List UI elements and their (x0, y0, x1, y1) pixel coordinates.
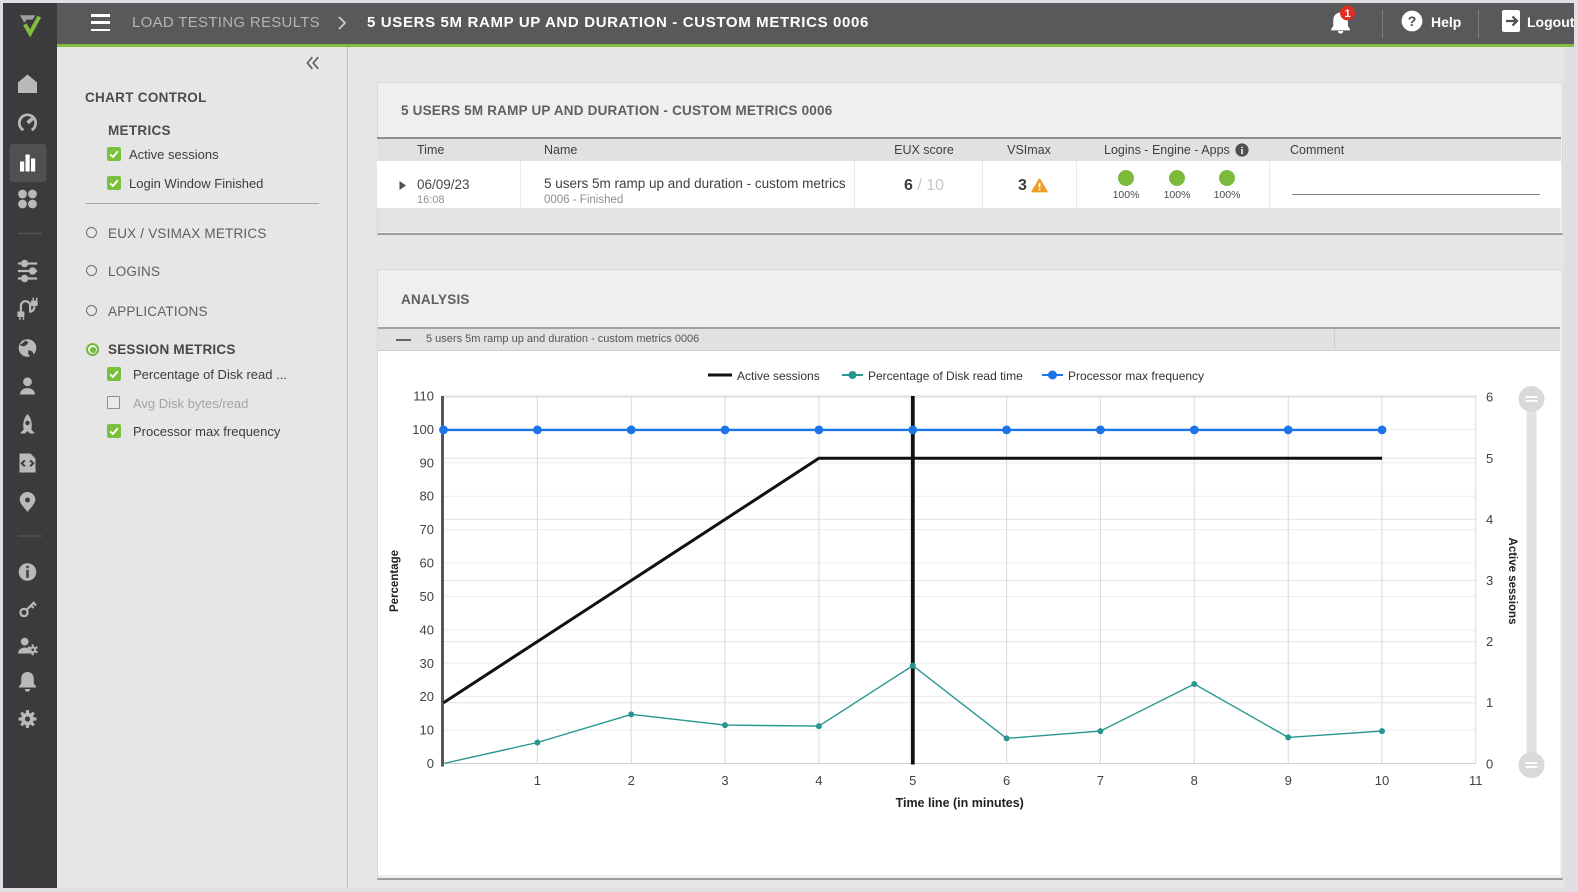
svg-text:8: 8 (1191, 773, 1198, 788)
svg-text:9: 9 (1285, 773, 1292, 788)
svg-text:Time line (in minutes): Time line (in minutes) (896, 796, 1024, 810)
svg-text:3: 3 (1486, 573, 1493, 588)
svg-text:7: 7 (1097, 773, 1104, 788)
svg-text:Active sessions: Active sessions (737, 369, 820, 383)
svg-text:10: 10 (420, 723, 434, 738)
svg-text:3: 3 (721, 773, 728, 788)
svg-text:1: 1 (1486, 695, 1493, 710)
svg-text:6: 6 (1003, 773, 1010, 788)
svg-text:100: 100 (412, 422, 434, 437)
svg-text:11: 11 (1469, 773, 1483, 788)
svg-text:5: 5 (1486, 451, 1493, 466)
svg-text:5: 5 (909, 773, 916, 788)
svg-text:0: 0 (1486, 756, 1493, 771)
svg-text:Percentage of Disk read time: Percentage of Disk read time (868, 369, 1023, 383)
svg-text:50: 50 (420, 589, 434, 604)
svg-text:80: 80 (420, 489, 434, 504)
svg-text:0: 0 (427, 756, 434, 771)
svg-text:30: 30 (420, 656, 434, 671)
svg-text:Percentage: Percentage (389, 550, 401, 612)
svg-text:90: 90 (420, 455, 434, 470)
svg-text:6: 6 (1486, 390, 1493, 405)
svg-text:2: 2 (1486, 634, 1493, 649)
svg-text:Processor max frequency: Processor max frequency (1068, 369, 1204, 383)
svg-text:20: 20 (420, 689, 434, 704)
svg-text:40: 40 (420, 622, 434, 637)
svg-text:60: 60 (420, 556, 434, 571)
svg-text:110: 110 (413, 389, 434, 404)
svg-text:4: 4 (1486, 512, 1493, 527)
svg-text:1: 1 (534, 773, 541, 788)
svg-text:4: 4 (815, 773, 822, 788)
svg-text:70: 70 (420, 522, 434, 537)
svg-text:i: i (1240, 145, 1243, 157)
svg-text:Active sessions: Active sessions (1506, 538, 1518, 625)
svg-text:2: 2 (628, 773, 635, 788)
svg-text:1: 1 (1344, 8, 1350, 20)
svg-text:10: 10 (1375, 773, 1389, 788)
svg-text:?: ? (1408, 13, 1417, 29)
